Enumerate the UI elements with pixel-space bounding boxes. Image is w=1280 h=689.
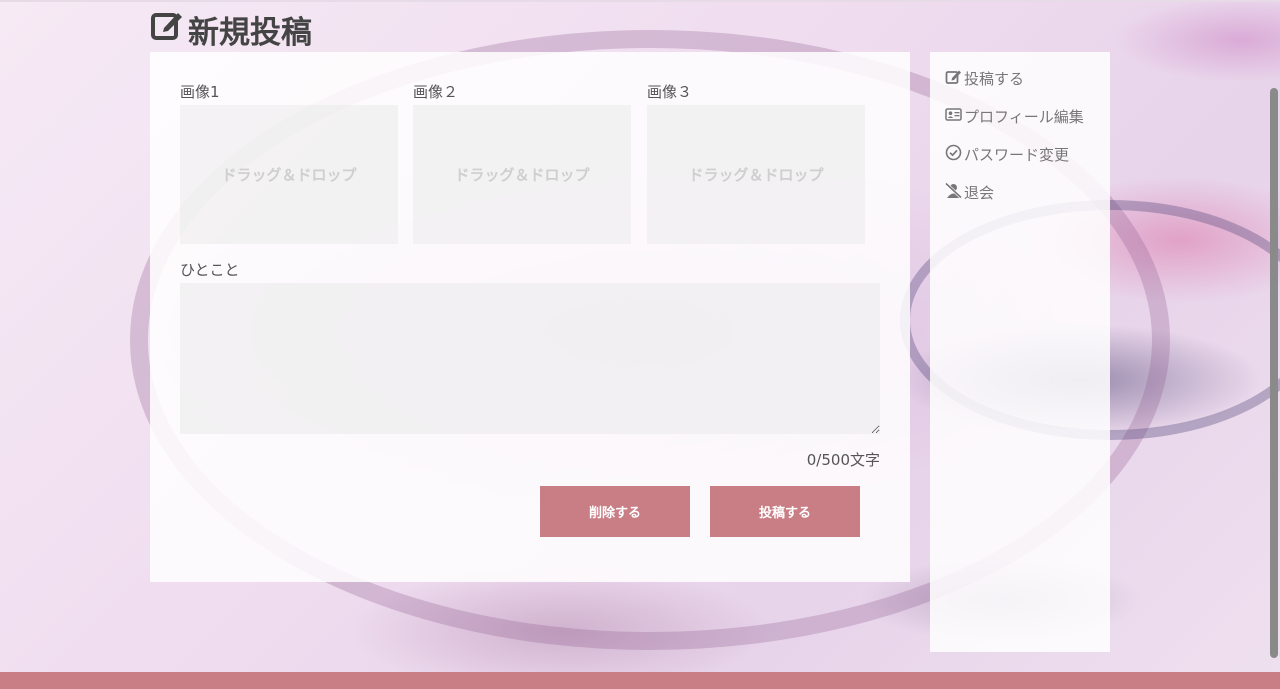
post-form-panel: 画像1 ドラッグ＆ドロップ 画像２ ドラッグ＆ドロップ 画像３ ドラッグ＆ドロッ… [150, 52, 910, 582]
image-upload-3: 画像３ ドラッグ＆ドロップ [647, 82, 865, 244]
submit-post-button[interactable]: 投稿する [710, 486, 860, 537]
delete-button[interactable]: 削除する [540, 486, 690, 537]
image-dropzone[interactable]: ドラッグ＆ドロップ [413, 105, 631, 244]
image-upload-1: 画像1 ドラッグ＆ドロップ [180, 82, 398, 244]
id-card-icon [945, 106, 962, 127]
edit-icon [150, 8, 184, 50]
image-label: 画像1 [180, 83, 220, 101]
sidebar-item-withdraw[interactable]: 退会 [944, 180, 995, 204]
sidebar-item-post[interactable]: 投稿する [945, 66, 1024, 90]
sidebar-item-label: 退会 [964, 183, 995, 202]
sidebar-item-password-change[interactable]: パスワード変更 [945, 142, 1069, 166]
comment-textarea[interactable] [180, 283, 880, 434]
sidebar-item-label: 投稿する [964, 69, 1025, 88]
image-label: 画像２ [413, 83, 459, 101]
image-dropzone[interactable]: ドラッグ＆ドロップ [180, 105, 398, 244]
top-border [0, 0, 1280, 2]
sidebar: 投稿する プロフィール編集 パスワード変更 退会 [930, 52, 1110, 652]
comment-label: ひとこと [180, 261, 240, 279]
image-label: 画像３ [647, 83, 693, 101]
image-dropzone[interactable]: ドラッグ＆ドロップ [647, 105, 865, 244]
vertical-scrollbar[interactable] [1270, 88, 1278, 658]
sidebar-item-label: パスワード変更 [964, 145, 1070, 164]
page-title: 新規投稿 [150, 8, 312, 51]
sidebar-item-profile-edit[interactable]: プロフィール編集 [945, 104, 1084, 128]
char-counter: 0/500文字 [806, 451, 880, 469]
footer-bar [0, 672, 1280, 689]
user-slash-icon [944, 181, 963, 203]
image-upload-2: 画像２ ドラッグ＆ドロップ [413, 82, 631, 244]
edit-icon [945, 68, 962, 89]
check-circle-icon [945, 144, 962, 165]
sidebar-item-label: プロフィール編集 [964, 107, 1084, 126]
page-title-text: 新規投稿 [188, 14, 312, 51]
